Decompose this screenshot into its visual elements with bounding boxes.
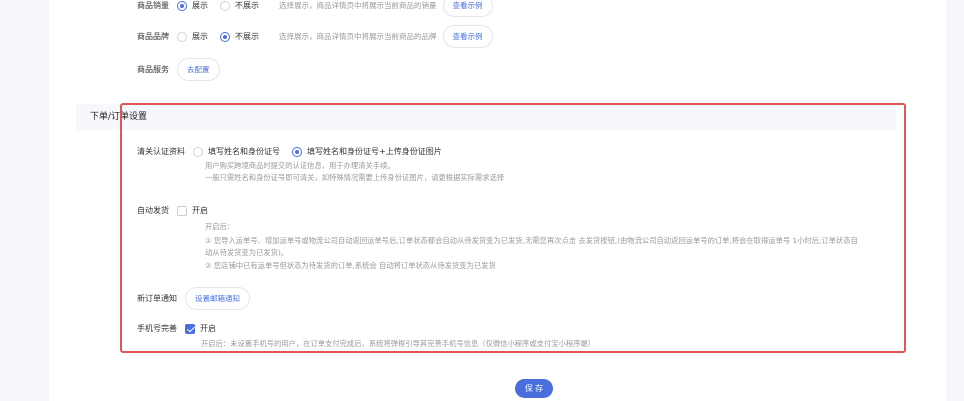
brand-setting-row: 商品品牌 展示 不展示 选择展示，商品详情页中将展示当前商品的品牌 查看示例 <box>137 25 493 48</box>
sales-hide-radio[interactable]: 不展示 <box>220 0 259 11</box>
option-label: 展示 <box>192 32 208 41</box>
service-setting-row: 商品服务 去配置 <box>137 58 220 81</box>
brand-show-radio[interactable]: 展示 <box>177 31 208 42</box>
service-label: 商品服务 <box>137 65 169 74</box>
sales-label: 商品销量 <box>137 1 169 10</box>
brand-example-button[interactable]: 查看示例 <box>442 25 493 48</box>
radio-icon <box>220 0 230 11</box>
brand-hint: 选择展示，商品详情页中将展示当前商品的品牌 <box>279 32 437 41</box>
save-button[interactable]: 保 存 <box>515 379 553 398</box>
sales-show-radio[interactable]: 展示 <box>177 0 208 11</box>
service-config-button[interactable]: 去配置 <box>177 58 220 81</box>
sales-setting-row: 商品销量 展示 不展示 选择展示，商品详情页中将展示当前商品的销量 查看示例 <box>137 0 493 17</box>
option-label: 不展示 <box>235 1 259 10</box>
radio-icon <box>177 0 187 11</box>
sales-example-button[interactable]: 查看示例 <box>442 0 493 17</box>
brand-hide-radio[interactable]: 不展示 <box>220 31 259 42</box>
brand-label: 商品品牌 <box>137 32 169 41</box>
option-label: 展示 <box>192 1 208 10</box>
sales-hint: 选择展示，商品详情页中将展示当前商品的销量 <box>279 1 437 10</box>
option-label: 不展示 <box>235 32 259 41</box>
scrollbar[interactable] <box>946 0 964 401</box>
radio-icon <box>177 31 187 42</box>
highlight-box <box>120 103 906 353</box>
radio-icon <box>220 31 230 42</box>
